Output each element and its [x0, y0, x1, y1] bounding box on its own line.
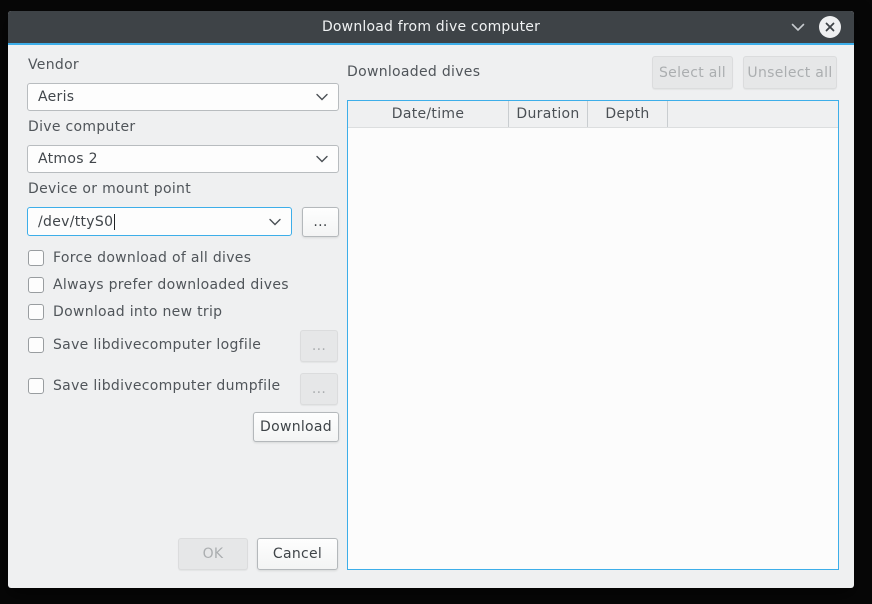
- checkbox-force-download[interactable]: [28, 250, 44, 266]
- dive-computer-select[interactable]: Atmos 2: [27, 145, 339, 173]
- text-caret: [114, 214, 115, 230]
- table-header-row: Date/time Duration Depth: [348, 101, 838, 128]
- vendor-label: Vendor: [28, 57, 79, 73]
- device-input[interactable]: /dev/ttyS0: [27, 207, 292, 236]
- downloaded-dives-table[interactable]: Date/time Duration Depth: [347, 100, 839, 570]
- device-browse-button[interactable]: ...: [302, 207, 339, 237]
- checkbox-save-logfile[interactable]: [28, 337, 44, 353]
- chevron-down-icon[interactable]: [790, 20, 806, 34]
- cancel-button[interactable]: Cancel: [257, 538, 338, 570]
- window-title: Download from dive computer: [322, 19, 540, 35]
- titlebar-accent-line: [8, 43, 854, 45]
- download-button[interactable]: Download: [253, 412, 339, 442]
- checkbox-label: Save libdivecomputer logfile: [53, 337, 261, 353]
- checkbox-new-trip[interactable]: [28, 304, 44, 320]
- checkbox-label: Download into new trip: [53, 304, 222, 320]
- chevron-down-icon: [269, 218, 281, 226]
- logfile-browse-button[interactable]: ...: [300, 330, 338, 362]
- column-header-blank[interactable]: [668, 101, 838, 127]
- checkbox-row-force-download[interactable]: Force download of all dives: [28, 250, 251, 266]
- column-header-depth[interactable]: Depth: [588, 101, 668, 127]
- checkbox-label: Force download of all dives: [53, 250, 251, 266]
- desktop-background: Download from dive computer Vendor Aeris…: [0, 0, 872, 604]
- checkbox-row-dumpfile[interactable]: Save libdivecomputer dumpfile: [28, 378, 280, 394]
- checkbox-row-prefer-downloaded[interactable]: Always prefer downloaded dives: [28, 277, 289, 293]
- column-header-duration[interactable]: Duration: [509, 101, 588, 127]
- dive-computer-selected-value: Atmos 2: [38, 151, 316, 167]
- close-button[interactable]: [819, 16, 841, 38]
- dive-table-body[interactable]: [348, 129, 838, 569]
- checkbox-save-dumpfile[interactable]: [28, 378, 44, 394]
- checkbox-prefer-downloaded[interactable]: [28, 277, 44, 293]
- chevron-down-icon: [316, 155, 328, 163]
- device-input-value: /dev/ttyS0: [38, 214, 113, 230]
- unselect-all-button[interactable]: Unselect all: [743, 56, 837, 89]
- checkbox-label: Save libdivecomputer dumpfile: [53, 378, 280, 394]
- vendor-select[interactable]: Aeris: [27, 83, 339, 111]
- checkbox-row-new-trip[interactable]: Download into new trip: [28, 304, 222, 320]
- checkbox-row-logfile[interactable]: Save libdivecomputer logfile: [28, 337, 261, 353]
- download-dialog-window: Download from dive computer Vendor Aeris…: [8, 11, 854, 588]
- dive-computer-label: Dive computer: [28, 119, 135, 135]
- select-all-button[interactable]: Select all: [652, 56, 733, 89]
- column-header-datetime[interactable]: Date/time: [348, 101, 509, 127]
- vendor-selected-value: Aeris: [38, 89, 316, 105]
- device-mount-point-label: Device or mount point: [28, 181, 191, 197]
- chevron-down-icon: [316, 93, 328, 101]
- ok-button[interactable]: OK: [178, 538, 248, 570]
- checkbox-label: Always prefer downloaded dives: [53, 277, 289, 293]
- downloaded-dives-label: Downloaded dives: [347, 64, 480, 80]
- dumpfile-browse-button[interactable]: ...: [300, 373, 338, 405]
- titlebar[interactable]: Download from dive computer: [8, 11, 854, 43]
